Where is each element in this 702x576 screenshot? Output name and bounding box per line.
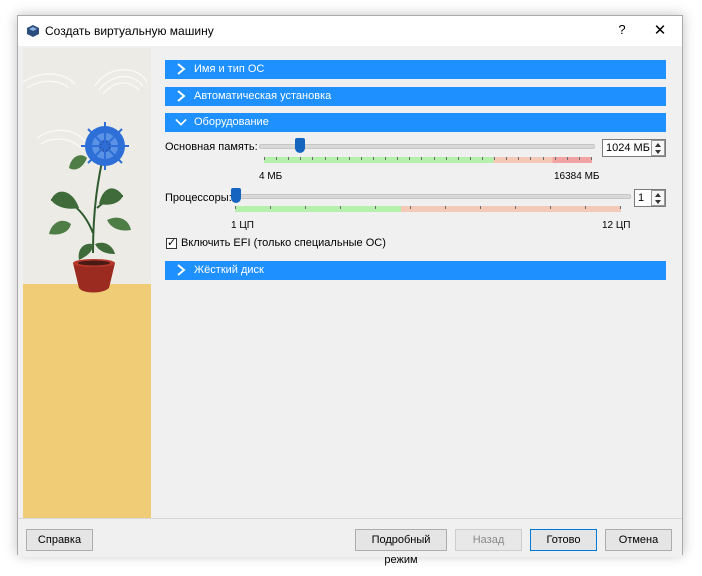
- slider-tick: [591, 157, 592, 160]
- slider-tick: [264, 157, 265, 160]
- memory-min-label: 4 МБ: [259, 171, 283, 182]
- slider-tick: [373, 157, 374, 160]
- slider-tick: [385, 157, 386, 160]
- slider-tick: [543, 157, 544, 160]
- slider-tick: [410, 206, 411, 209]
- expert-mode-button[interactable]: Подробный режим: [355, 529, 447, 566]
- close-icon[interactable]: ✕: [650, 21, 670, 39]
- help-button[interactable]: Справка: [26, 529, 93, 551]
- cpu-label: Процессоры:: [165, 192, 232, 204]
- section-unattended[interactable]: Автоматическая установка: [165, 87, 666, 106]
- slider-tick: [270, 206, 271, 209]
- memory-max-label: 16384 МБ: [554, 171, 600, 182]
- slider-tick: [276, 157, 277, 160]
- memory-ticks: [264, 157, 592, 163]
- slider-tick: [550, 206, 551, 209]
- window-title: Создать виртуальную машину: [45, 24, 214, 38]
- section-hard-disk-label: Жёсткий диск: [194, 264, 264, 276]
- help-icon[interactable]: ?: [614, 22, 630, 37]
- check-icon: ✓: [167, 237, 177, 249]
- slider-tick: [579, 157, 580, 160]
- memory-slider-handle[interactable]: [295, 138, 306, 153]
- slider-tick: [434, 157, 435, 160]
- efi-label: Включить EFI (только специальные ОС): [181, 237, 386, 249]
- memory-stepper[interactable]: [651, 140, 665, 156]
- slider-tick: [515, 206, 516, 209]
- slider-tick: [312, 157, 313, 160]
- slider-tick: [445, 206, 446, 209]
- dialog-footer: Справка Подробный режим Назад Готово Отм…: [18, 518, 682, 566]
- slider-tick: [518, 157, 519, 160]
- efi-checkbox[interactable]: ✓: [166, 237, 177, 249]
- memory-value: 1024 МБ: [606, 142, 650, 154]
- slider-tick: [421, 157, 422, 160]
- cpu-max-label: 12 ЦП: [602, 220, 631, 231]
- slider-tick: [585, 206, 586, 209]
- slider-tick: [555, 157, 556, 160]
- slider-tick: [506, 157, 507, 160]
- slider-tick: [620, 206, 621, 209]
- slider-tick: [482, 157, 483, 160]
- create-vm-dialog: Создать виртуальную машину ? ✕ Имя и тип…: [17, 15, 683, 566]
- cpu-min-label: 1 ЦП: [231, 220, 254, 231]
- section-name-os[interactable]: Имя и тип ОС: [165, 60, 666, 79]
- slider-tick: [480, 206, 481, 209]
- memory-slider-track[interactable]: [259, 144, 595, 149]
- slider-tick: [235, 206, 236, 209]
- slider-tick: [288, 157, 289, 160]
- virtualbox-icon: [27, 25, 39, 37]
- slider-tick: [494, 157, 495, 160]
- section-hardware[interactable]: Оборудование: [165, 113, 666, 132]
- cpu-slider-track[interactable]: [231, 194, 631, 199]
- slider-tick: [340, 206, 341, 209]
- slider-tick: [305, 206, 306, 209]
- slider-tick: [375, 206, 376, 209]
- slider-tick: [337, 157, 338, 160]
- title-bar: Создать виртуальную машину ? ✕: [18, 16, 682, 46]
- memory-spinbox[interactable]: 1024 МБ: [602, 139, 666, 157]
- cpu-stepper[interactable]: [651, 190, 665, 206]
- section-hardware-label: Оборудование: [194, 116, 269, 128]
- slider-tick: [470, 157, 471, 160]
- slider-tick: [409, 157, 410, 160]
- slider-tick: [349, 157, 350, 160]
- chevron-right-icon: [177, 63, 186, 75]
- chevron-right-icon: [177, 90, 186, 102]
- slider-tick: [458, 157, 459, 160]
- wizard-illustration: [23, 48, 151, 518]
- slider-tick: [361, 157, 362, 160]
- chevron-right-icon: [177, 264, 186, 276]
- chevron-down-icon: [175, 118, 187, 126]
- section-hard-disk[interactable]: Жёсткий диск: [165, 261, 666, 280]
- back-button[interactable]: Назад: [455, 529, 522, 551]
- slider-tick: [567, 157, 568, 160]
- cpu-ticks: [235, 206, 621, 212]
- cpu-spinbox[interactable]: 1: [634, 189, 666, 207]
- memory-label: Основная память:: [165, 141, 258, 153]
- slider-tick: [325, 157, 326, 160]
- cancel-button[interactable]: Отмена: [605, 529, 672, 551]
- slider-tick: [530, 157, 531, 160]
- slider-tick: [300, 157, 301, 160]
- finish-button[interactable]: Готово: [530, 529, 597, 551]
- slider-tick: [397, 157, 398, 160]
- cpu-slider-handle[interactable]: [231, 188, 241, 203]
- section-unattended-label: Автоматическая установка: [194, 90, 332, 102]
- wizard-content: Имя и тип ОС Автоматическая установка Об…: [165, 60, 666, 510]
- slider-tick: [446, 157, 447, 160]
- section-name-os-label: Имя и тип ОС: [194, 63, 265, 75]
- cpu-value: 1: [638, 192, 645, 204]
